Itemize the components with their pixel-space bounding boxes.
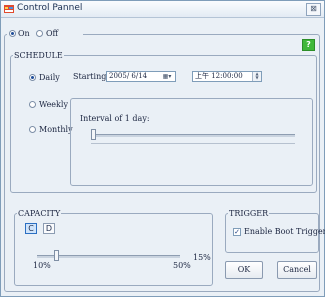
control-panel-window: Control Pannel ⊠ On Off ? SCHEDULE Daily… (0, 0, 325, 297)
title-bar: Control Pannel ⊠ (1, 1, 324, 18)
start-time-value: 上午 12:00:00 (195, 72, 243, 80)
boot-trigger-checkbox[interactable]: ✓ (233, 228, 241, 236)
off-label: Off (46, 29, 59, 38)
interval-slider-track (91, 134, 295, 137)
ok-button[interactable]: OK (225, 261, 263, 279)
interval-panel (70, 98, 313, 186)
spin-updown-icon[interactable]: ▲ ▼ (252, 72, 261, 81)
interval-slider-thumb[interactable] (91, 129, 96, 140)
monthly-radio[interactable] (29, 126, 36, 133)
weekly-label: Weekly (39, 100, 68, 109)
schedule-legend: SCHEDULE (13, 51, 64, 60)
drive-d-button[interactable]: D (43, 223, 55, 234)
interval-label: Interval of 1 day: (80, 114, 150, 123)
interval-tick-bar (91, 143, 295, 144)
drive-c-button[interactable]: C (25, 223, 37, 234)
chevron-down-icon: ▾ (168, 73, 172, 80)
capacity-slider-thumb[interactable] (54, 250, 59, 261)
window-title: Control Pannel (17, 3, 83, 13)
help-button[interactable]: ? (302, 39, 315, 51)
start-time-field[interactable]: 上午 12:00:00 ▲ ▼ (192, 71, 262, 82)
date-dropdown-button[interactable]: ▦▾ (160, 73, 174, 80)
capacity-max-label: 50% (173, 261, 191, 270)
on-radio[interactable] (9, 30, 16, 37)
boot-trigger-label: Enable Boot Trigger (244, 227, 325, 236)
on-label: On (18, 29, 30, 38)
cancel-button[interactable]: Cancel (277, 261, 317, 279)
checkmark-icon: ✓ (234, 228, 240, 236)
capacity-min-label: 10% (33, 261, 51, 270)
off-radio[interactable] (36, 30, 43, 37)
weekly-radio[interactable] (29, 101, 36, 108)
capacity-legend: CAPACITY (17, 209, 62, 218)
start-date-picker[interactable]: 2005/ 6/14 ▦▾ (106, 71, 176, 82)
capacity-current-label: 15% (193, 253, 211, 262)
close-button[interactable]: ⊠ (306, 3, 321, 16)
mode-selector: On Off (7, 29, 83, 39)
monthly-label: Monthly (39, 125, 73, 134)
daily-radio[interactable] (29, 74, 36, 81)
daily-label: Daily (39, 73, 60, 82)
start-date-value: 2005/ 6/14 (109, 72, 148, 80)
control-panel-app-icon (4, 5, 14, 13)
trigger-legend: TRIGGER (228, 209, 270, 218)
